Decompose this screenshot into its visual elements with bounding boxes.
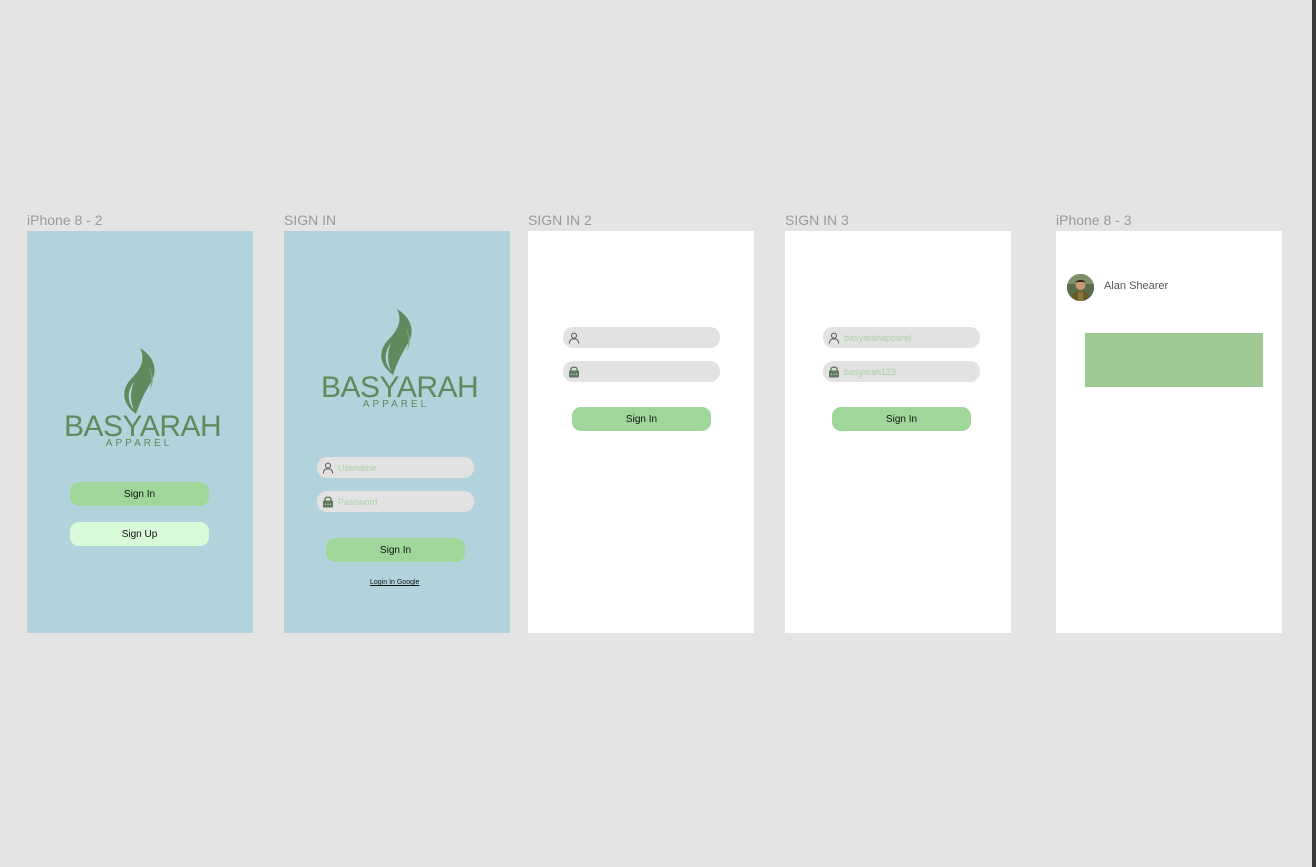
sign-up-button[interactable]: Sign Up xyxy=(70,522,209,546)
basyarah-logo: BASYARAH APPAREL xyxy=(64,346,222,456)
user-name: Alan Shearer xyxy=(1104,280,1169,292)
frame-label-sign-in-2[interactable]: SIGN IN 2 xyxy=(528,212,592,228)
user-icon xyxy=(824,327,844,348)
username-placeholder: Usename xyxy=(338,462,377,473)
logo-sub-text: APPAREL xyxy=(105,438,173,449)
frame-label-iphone-8-2[interactable]: iPhone 8 - 2 xyxy=(27,212,103,228)
frame-label-sign-in-3[interactable]: SIGN IN 3 xyxy=(785,212,849,228)
sign-in-button[interactable]: Sign In xyxy=(832,407,971,431)
logo-sub-text: APPAREL xyxy=(362,399,430,410)
frame-iphone-8-3[interactable]: Alan Shearer xyxy=(1056,231,1282,633)
username-field[interactable]: Usename xyxy=(317,457,474,478)
login-google-link[interactable]: Login In Google xyxy=(370,579,419,586)
sign-in-button[interactable]: Sign In xyxy=(572,407,711,431)
lock-icon xyxy=(824,361,844,382)
password-placeholder: Password xyxy=(338,496,378,507)
lock-icon xyxy=(564,361,584,382)
lock-icon xyxy=(318,491,338,512)
password-field[interactable]: basyarah123 xyxy=(823,361,980,382)
leaf-flame-icon xyxy=(381,309,412,375)
leaf-flame-icon xyxy=(124,348,155,414)
password-field[interactable]: Password xyxy=(317,491,474,512)
basyarah-logo: BASYARAH APPAREL xyxy=(321,307,479,417)
sign-in-button[interactable]: Sign In xyxy=(326,538,465,562)
user-icon xyxy=(564,327,584,348)
frame-sign-in-2[interactable]: Sign In xyxy=(528,231,754,633)
frame-label-iphone-8-3[interactable]: iPhone 8 - 3 xyxy=(1056,212,1132,228)
content-banner[interactable] xyxy=(1085,333,1263,387)
sign-in-button[interactable]: Sign In xyxy=(70,482,209,506)
user-icon xyxy=(318,457,338,478)
avatar[interactable] xyxy=(1067,274,1094,301)
frame-sign-in-3[interactable]: basyarahapparel basyarah123 Sign In xyxy=(785,231,1011,633)
frame-label-sign-in[interactable]: SIGN IN xyxy=(284,212,336,228)
frame-iphone-8-2[interactable]: BASYARAH APPAREL Sign In Sign Up xyxy=(27,231,253,633)
username-value: basyarahapparel xyxy=(844,332,912,343)
username-field[interactable]: basyarahapparel xyxy=(823,327,980,348)
password-field[interactable] xyxy=(563,361,720,382)
username-field[interactable] xyxy=(563,327,720,348)
password-value: basyarah123 xyxy=(844,366,897,377)
frame-sign-in[interactable]: BASYARAH APPAREL Usename Password Sign I… xyxy=(284,231,510,633)
canvas-right-edge xyxy=(1312,0,1316,867)
